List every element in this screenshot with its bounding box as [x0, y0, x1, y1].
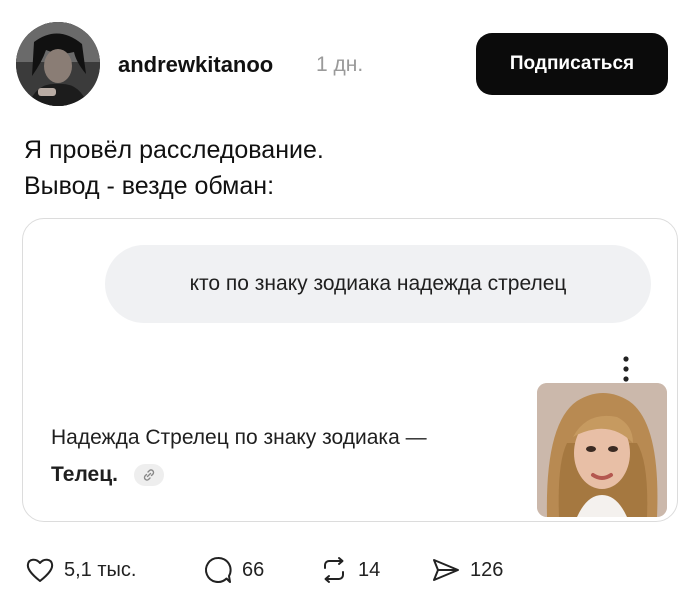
heart-icon: [26, 558, 54, 582]
answer-prefix: Надежда Стрелец по знаку зодиака —: [51, 426, 427, 449]
follow-button[interactable]: Подписаться: [476, 33, 668, 95]
share-button[interactable]: 126: [430, 553, 503, 587]
comment-count: 66: [242, 558, 265, 581]
avatar-image: [16, 22, 100, 106]
like-button[interactable]: 5,1 тыс.: [24, 553, 136, 587]
more-vertical-icon: [623, 356, 629, 382]
search-query-bubble: кто по знаку зодиака надежда стрелец: [105, 245, 651, 323]
embedded-image-card[interactable]: кто по знаку зодиака надежда стрелец Над…: [22, 218, 678, 522]
answer-text: Надежда Стрелец по знаку зодиака — Телец…: [51, 419, 521, 493]
person-photo: [537, 383, 667, 517]
repost-button[interactable]: 14: [318, 553, 380, 587]
comment-button[interactable]: 66: [202, 553, 264, 587]
like-count: 5,1 тыс.: [64, 558, 137, 581]
action-bar: 5,1 тыс. 66 14 126: [24, 553, 684, 587]
send-icon: [433, 559, 459, 581]
author-username[interactable]: andrewkitanoo: [118, 52, 273, 78]
post-text-line: Вывод - везде обман:: [24, 172, 275, 200]
comment-bubble-icon: [205, 556, 232, 583]
repost-count: 14: [358, 558, 381, 581]
post-text: Я провёл расследование. Вывод - везде об…: [24, 132, 324, 204]
post-text-line: Я провёл расследование.: [24, 136, 324, 164]
answer-highlight: Телец.: [51, 463, 118, 486]
post-time: 1 дн.: [316, 53, 364, 76]
link-icon: [133, 464, 164, 487]
repost-icon: [324, 557, 344, 583]
share-count: 126: [470, 558, 504, 581]
avatar[interactable]: [16, 22, 100, 106]
